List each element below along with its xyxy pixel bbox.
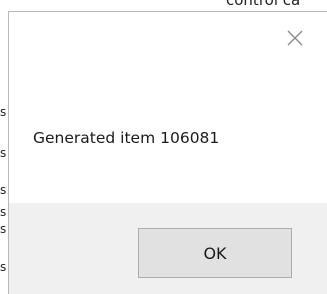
message-dialog: Generated item 106081 OK (8, 11, 327, 294)
background-char: s (0, 260, 7, 274)
close-icon (287, 30, 303, 46)
dialog-footer: OK (9, 203, 327, 294)
background-char: s (0, 146, 7, 160)
background-char: s (0, 222, 7, 236)
background-char: s (0, 205, 7, 219)
background-char: s (0, 105, 7, 119)
background-char: s (0, 183, 7, 197)
screen: control ca s s s s s s Generated item 10… (0, 0, 327, 294)
ok-button[interactable]: OK (138, 228, 292, 278)
close-button[interactable] (282, 25, 308, 51)
background-document-text: control ca (226, 0, 301, 9)
background-document-edge: s s s s s s (0, 0, 8, 294)
dialog-message: Generated item 106081 (33, 129, 220, 147)
